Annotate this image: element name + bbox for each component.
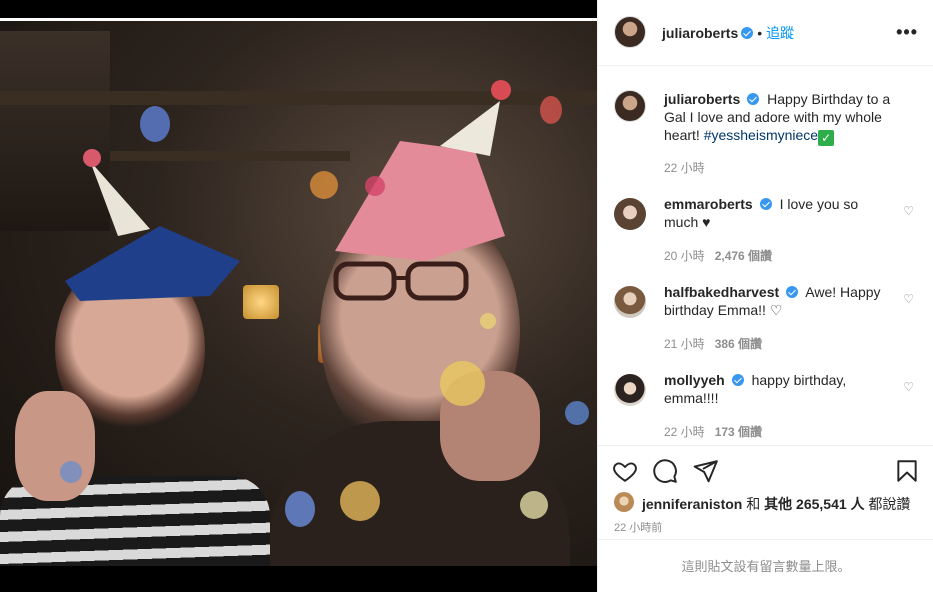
confetti: [340, 481, 380, 521]
caption-hashtag[interactable]: #yessheismyniece: [704, 127, 818, 143]
verified-badge-icon: [747, 93, 760, 105]
comment-bubble-icon[interactable]: [652, 458, 678, 484]
confetti: [310, 171, 338, 199]
hand-left: [15, 391, 95, 501]
likes-summary: jenniferaniston 和 其他 265,541 人 都說讚: [614, 492, 924, 512]
comment-item: emmaroberts I love you so much ♥ 20 小時 2,…: [614, 195, 914, 265]
header-user-row: juliaroberts • 追蹤: [662, 23, 794, 43]
comment-text-block: halfbakedharvest Awe! Happy birthday Emm…: [664, 283, 892, 319]
likes-others-link[interactable]: 其他 265,541 人: [764, 496, 864, 512]
likes-and: 和: [742, 496, 765, 512]
post-photo[interactable]: [0, 21, 597, 566]
glasses: [333, 261, 469, 301]
comment-avatar[interactable]: [614, 374, 646, 406]
separator-dot: •: [757, 25, 763, 41]
party-hat-pink: [335, 80, 511, 261]
comment-time[interactable]: 20 小時: [664, 249, 705, 263]
author-avatar[interactable]: [614, 16, 646, 48]
post-media[interactable]: [0, 0, 597, 592]
comment-username[interactable]: mollyyeh: [664, 372, 725, 388]
photo-frame: [0, 18, 597, 566]
comment-likes[interactable]: 173 個讚: [715, 425, 762, 439]
comment-username[interactable]: emmaroberts: [664, 196, 753, 212]
comment-like-heart-icon[interactable]: ♡: [903, 292, 914, 306]
bookmark-save-icon[interactable]: [894, 458, 920, 484]
caption: juliaroberts Happy Birthday to a Gal I l…: [614, 90, 914, 180]
caption-time[interactable]: 22 小時: [664, 159, 705, 176]
comment-item: halfbakedharvest Awe! Happy birthday Emm…: [614, 283, 914, 353]
verified-badge-icon: [786, 286, 799, 298]
comment-likes[interactable]: 2,476 個讚: [715, 249, 772, 263]
comment-text-block: mollyyeh happy birthday, emma!!!!: [664, 371, 892, 407]
liker-avatar[interactable]: [614, 492, 634, 512]
comment-like-heart-icon[interactable]: ♡: [903, 380, 914, 394]
follow-button[interactable]: 追蹤: [766, 25, 794, 41]
comment-item: mollyyeh happy birthday, emma!!!! 22 小時 1…: [614, 371, 914, 441]
post-panel: juliaroberts • 追蹤 ••• juliaroberts Happy B…: [597, 0, 933, 592]
likes-text: jenniferaniston 和 其他 265,541 人 都說讚: [642, 494, 910, 514]
check-emoji-icon: ✓: [818, 130, 835, 146]
comment-likes[interactable]: 386 個讚: [715, 337, 762, 351]
comments-limited-notice: 這則貼文設有留言數量上限。: [598, 539, 933, 592]
more-options-icon[interactable]: •••: [896, 22, 918, 43]
likes-suffix: 都說讚: [864, 496, 911, 512]
confetti: [540, 96, 562, 124]
comment-meta: 20 小時 2,476 個讚: [664, 247, 772, 264]
confetti: [565, 401, 589, 425]
like-heart-icon[interactable]: [612, 458, 638, 484]
verified-badge-icon: [741, 27, 754, 39]
verified-badge-icon: [731, 374, 744, 386]
comment-username[interactable]: halfbakedharvest: [664, 284, 779, 300]
comment-like-heart-icon[interactable]: ♡: [903, 204, 914, 218]
liker-username[interactable]: jenniferaniston: [642, 496, 742, 512]
post-header: juliaroberts • 追蹤 •••: [598, 0, 933, 66]
comments-list[interactable]: juliaroberts Happy Birthday to a Gal I l…: [598, 67, 933, 445]
action-bar: [598, 445, 933, 495]
author-username[interactable]: juliaroberts: [662, 25, 738, 41]
confetti: [520, 491, 548, 519]
caption-text-block: juliaroberts Happy Birthday to a Gal I l…: [664, 90, 892, 146]
party-hat-blue: [65, 149, 240, 301]
confetti: [480, 313, 496, 329]
comment-text-block: emmaroberts I love you so much ♥: [664, 195, 892, 231]
comment-avatar[interactable]: [614, 198, 646, 230]
verified-badge-icon: [759, 198, 772, 210]
share-direct-icon[interactable]: [693, 458, 719, 484]
caption-username[interactable]: juliaroberts: [664, 91, 740, 107]
confetti: [140, 106, 170, 142]
confetti: [285, 491, 315, 527]
caption-avatar[interactable]: [614, 90, 646, 122]
comment-meta: 22 小時 173 個讚: [664, 423, 762, 440]
confetti: [440, 361, 485, 406]
comment-avatar[interactable]: [614, 286, 646, 318]
confetti: [60, 461, 82, 483]
comment-time[interactable]: 22 小時: [664, 425, 705, 439]
comment-meta: 21 小時 386 個讚: [664, 335, 762, 352]
confetti: [365, 176, 385, 196]
post-timestamp[interactable]: 22 小時前: [614, 519, 662, 535]
comment-time[interactable]: 21 小時: [664, 337, 705, 351]
